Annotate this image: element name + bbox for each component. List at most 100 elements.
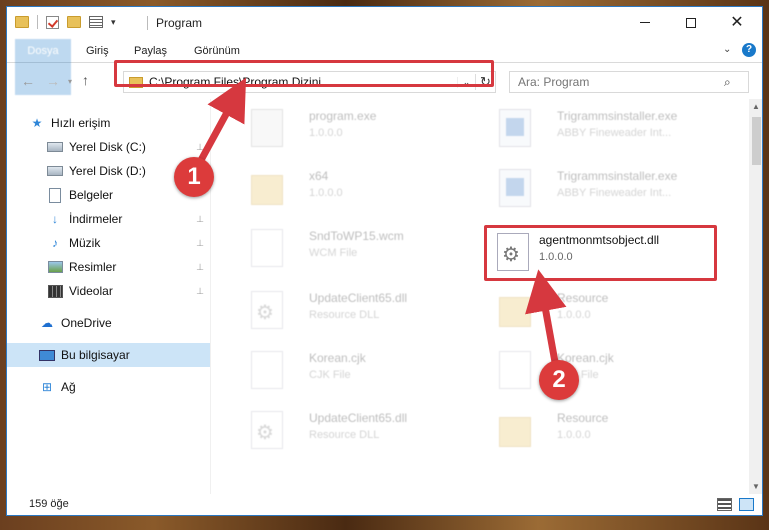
- expand-ribbon-icon[interactable]: ⌄: [723, 44, 731, 55]
- tab-home[interactable]: Giriş: [78, 39, 117, 63]
- list-item[interactable]: x64 1.0.0.0: [237, 159, 477, 215]
- help-icon[interactable]: ?: [742, 43, 756, 57]
- maximize-button[interactable]: [668, 7, 714, 38]
- file-icon: [251, 229, 283, 267]
- pin-icon[interactable]: ⊥: [196, 262, 204, 273]
- file-detail: WCM File: [309, 247, 358, 259]
- sidebar-item-label: İndirmeler: [69, 212, 123, 226]
- pc-icon: [39, 347, 55, 363]
- properties-icon[interactable]: [89, 16, 103, 28]
- list-item[interactable]: Trigrammsinstaller.exe ABBY Fineweader I…: [485, 99, 725, 155]
- music-icon: ♪: [52, 236, 58, 250]
- sidebar-item-label: Yerel Disk (D:): [69, 164, 146, 178]
- file-icon: [499, 351, 531, 389]
- step-2-badge: 2: [539, 360, 579, 400]
- list-item[interactable]: SndToWP15.wcm WCM File: [237, 219, 477, 275]
- file-name: program.exe: [309, 109, 377, 123]
- sidebar-item-label: Bu bilgisayar: [61, 348, 130, 362]
- list-item[interactable]: Resource 1.0.0.0: [485, 401, 725, 457]
- status-bar: 159 öğe: [7, 494, 762, 515]
- app-icon: [499, 109, 531, 147]
- vertical-scrollbar[interactable]: ▲ ▼: [749, 99, 762, 494]
- scrollbar-thumb[interactable]: [752, 117, 761, 165]
- forward-arrow-icon[interactable]: →: [46, 73, 60, 89]
- sidebar-item-onedrive[interactable]: ☁ OneDrive: [7, 311, 210, 335]
- new-folder-icon[interactable]: [67, 16, 81, 28]
- title-separator: [147, 16, 148, 30]
- address-path[interactable]: C:\Program Files\Program Dizini: [149, 75, 457, 89]
- sidebar-item-videos[interactable]: Videolar ⊥: [7, 279, 210, 303]
- scroll-up-icon[interactable]: ▲: [752, 102, 760, 111]
- list-item[interactable]: Korean.cjk CJK File: [485, 341, 725, 397]
- pin-icon[interactable]: ⊥: [196, 214, 204, 225]
- sidebar-item-quick-access[interactable]: ★ Hızlı erişim: [7, 111, 210, 135]
- search-box[interactable]: ⌕: [509, 71, 749, 93]
- file-icon: [251, 351, 283, 389]
- sidebar-item-network[interactable]: ⊞ Ağ: [7, 375, 210, 399]
- list-item[interactable]: Resource 1.0.0.0: [485, 281, 725, 337]
- file-detail: 1.0.0.0: [557, 309, 591, 321]
- sidebar-item-downloads[interactable]: ↓ İndirmeler ⊥: [7, 207, 210, 231]
- sidebar-item-this-pc[interactable]: Bu bilgisayar: [7, 343, 210, 367]
- sidebar-item-label: Resimler: [69, 260, 117, 274]
- back-arrow-icon[interactable]: ←: [21, 73, 35, 89]
- address-bar[interactable]: C:\Program Files\Program Dizini ⌄ ↻: [123, 71, 496, 93]
- list-item[interactable]: Trigrammsinstaller.exe ABBY Fineweader I…: [485, 159, 725, 215]
- list-item[interactable]: Korean.cjk CJK File: [237, 341, 477, 397]
- cloud-icon: ☁: [41, 316, 53, 330]
- sidebar-item-pictures[interactable]: Resimler ⊥: [7, 255, 210, 279]
- sidebar-item-music[interactable]: ♪ Müzik ⊥: [7, 231, 210, 255]
- tab-share[interactable]: Paylaş: [126, 39, 175, 63]
- list-item-target-dll[interactable]: agentmonmtsobject.dll 1.0.0.0: [483, 223, 723, 279]
- pin-icon[interactable]: ⊥: [196, 142, 204, 153]
- sidebar-item-label: Hızlı erişim: [51, 116, 111, 130]
- properties-check-icon[interactable]: [46, 15, 59, 29]
- pane-divider[interactable]: [210, 99, 211, 494]
- file-name: x64: [309, 169, 329, 183]
- file-name: Trigrammsinstaller.exe: [557, 109, 678, 123]
- sidebar-item-label: Videolar: [69, 284, 113, 298]
- separator: [37, 15, 38, 29]
- sidebar-item-label: Ağ: [61, 380, 76, 394]
- pin-icon[interactable]: ⊥: [196, 238, 204, 249]
- folder-icon: [129, 76, 143, 88]
- exe-icon: [251, 109, 283, 147]
- search-icon[interactable]: ⌕: [724, 75, 731, 90]
- search-input[interactable]: [510, 75, 720, 89]
- file-name: Trigrammsinstaller.exe: [557, 169, 678, 183]
- file-list: program.exe 1.0.0.0 Trigrammsinstaller.e…: [217, 99, 747, 494]
- sidebar-item-label: OneDrive: [61, 316, 112, 330]
- recent-locations-icon[interactable]: ▾: [68, 77, 72, 86]
- list-item[interactable]: program.exe 1.0.0.0: [237, 99, 477, 155]
- close-icon: ✕: [730, 13, 744, 31]
- star-icon: ★: [31, 116, 43, 130]
- folder-icon: [499, 417, 531, 447]
- sidebar-item-label: Müzik: [69, 236, 101, 250]
- sidebar-item-local-disk-c[interactable]: Yerel Disk (C:) ⊥: [7, 135, 210, 159]
- close-button[interactable]: ✕: [714, 7, 760, 38]
- sidebar-item-label: Belgeler: [69, 188, 114, 202]
- refresh-icon[interactable]: ↻: [475, 74, 495, 90]
- folder-icon: [499, 297, 531, 327]
- list-item[interactable]: UpdateClient65.dll Resource DLL: [237, 281, 477, 337]
- explorer-window: ▾ Program ✕ Dosya Giriş Paylaş Görünüm ⌄…: [6, 6, 763, 516]
- list-item[interactable]: UpdateClient65.dll Resource DLL: [237, 401, 477, 457]
- scroll-down-icon[interactable]: ▼: [752, 482, 760, 491]
- large-icons-view-icon[interactable]: [739, 498, 754, 511]
- quick-access-dropdown-icon[interactable]: ▾: [111, 17, 116, 28]
- file-name: UpdateClient65.dll: [309, 291, 408, 305]
- file-detail: Resource DLL: [309, 429, 380, 441]
- file-detail: CJK File: [309, 369, 351, 381]
- details-view-icon[interactable]: [717, 498, 732, 511]
- quick-access-toolbar: ▾: [15, 15, 116, 29]
- minimize-button[interactable]: [622, 7, 668, 38]
- up-arrow-icon[interactable]: ↑: [82, 72, 89, 88]
- sidebar-item-label: Yerel Disk (C:): [69, 140, 146, 154]
- dll-gear-icon: [497, 233, 529, 271]
- minimize-icon: [640, 22, 650, 23]
- pin-icon[interactable]: ⊥: [196, 286, 204, 297]
- file-detail: Resource DLL: [309, 309, 380, 321]
- address-dropdown-icon[interactable]: ⌄: [457, 76, 475, 88]
- tab-view[interactable]: Görünüm: [186, 39, 248, 63]
- file-detail: ABBY Fineweader Int...: [557, 187, 672, 199]
